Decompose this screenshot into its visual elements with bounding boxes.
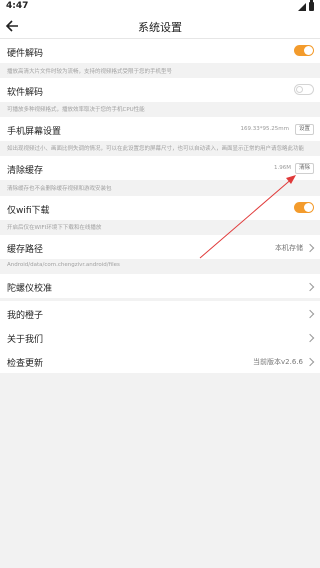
cache-path-value: 本机存储	[275, 244, 303, 252]
setting-description: 清除缓存也不会删除缓存视频和游戏安装包	[7, 186, 112, 192]
setting-description: 可播放多种视频格式，播放效率取决于您的手机CPU性能	[7, 107, 145, 113]
chevron-right-icon	[305, 333, 315, 343]
setting-hardware-decode[interactable]: 硬件解码	[0, 39, 320, 63]
setting-description: 如出现视频过小、画面比例失调的情况，可以在此设置您的屏幕尺寸，也可以自动读入，画…	[7, 146, 305, 152]
page-title: 系统设置	[138, 21, 182, 34]
setting-gyro-calibration[interactable]: 陀螺仪校准	[0, 274, 320, 298]
version-value: 当前版本v2.6.6	[253, 358, 303, 366]
clear-cache-button[interactable]: 清除	[294, 163, 314, 174]
setting-my-orange[interactable]: 我的橙子	[0, 301, 320, 325]
setting-about-us[interactable]: 关于我们	[0, 325, 320, 349]
setting-label: 缓存路径	[7, 245, 44, 255]
status-bar: 4:47	[0, 0, 320, 14]
software-decode-toggle[interactable]	[294, 84, 314, 95]
battery-icon	[309, 0, 314, 11]
setting-label: 硬件解码	[7, 49, 44, 59]
setting-clear-cache: 清除缓存 1.96M 清除	[0, 156, 320, 180]
setting-description: 开启后仅在WIFI环境下下载和在线播放	[7, 225, 102, 231]
status-time: 4:47	[6, 1, 29, 11]
setting-label: 我的橙子	[7, 311, 44, 321]
setting-label: 手机屏幕设置	[7, 127, 62, 137]
setting-cache-path[interactable]: 缓存路径 本机存储	[0, 235, 320, 259]
setting-label: 陀螺仪校准	[7, 284, 53, 294]
chevron-right-icon	[305, 282, 315, 292]
setting-label: 软件解码	[7, 88, 44, 98]
screen-set-button[interactable]: 设置	[294, 124, 314, 135]
setting-screen-size: 手机屏幕设置 169.33*95.25mm 设置	[0, 117, 320, 141]
signal-icon	[298, 2, 306, 11]
hardware-decode-toggle[interactable]	[294, 45, 314, 56]
chevron-right-icon	[305, 309, 315, 319]
chevron-right-icon	[305, 243, 315, 253]
wifi-only-toggle[interactable]	[294, 202, 314, 213]
status-icons	[298, 0, 314, 11]
setting-label: 清除缓存	[7, 166, 44, 176]
setting-wifi-only[interactable]: 仅wifi下载	[0, 196, 320, 220]
cache-path-text: Android/data/com.chengzivr.android/files	[7, 262, 120, 268]
screen-size-value: 169.33*95.25mm	[240, 126, 289, 132]
cache-size-value: 1.96M	[274, 165, 291, 171]
setting-label: 关于我们	[7, 335, 44, 345]
chevron-right-icon	[305, 357, 315, 367]
setting-check-update[interactable]: 检查更新 当前版本v2.6.6	[0, 349, 320, 373]
setting-label: 检查更新	[7, 359, 44, 369]
app-header: 系统设置	[0, 14, 320, 39]
setting-description: 播放高清大片文件时较为流畅，支持的视频格式受限于您的手机型号	[7, 69, 173, 75]
setting-software-decode[interactable]: 软件解码	[0, 78, 320, 102]
setting-label: 仅wifi下载	[7, 206, 50, 216]
